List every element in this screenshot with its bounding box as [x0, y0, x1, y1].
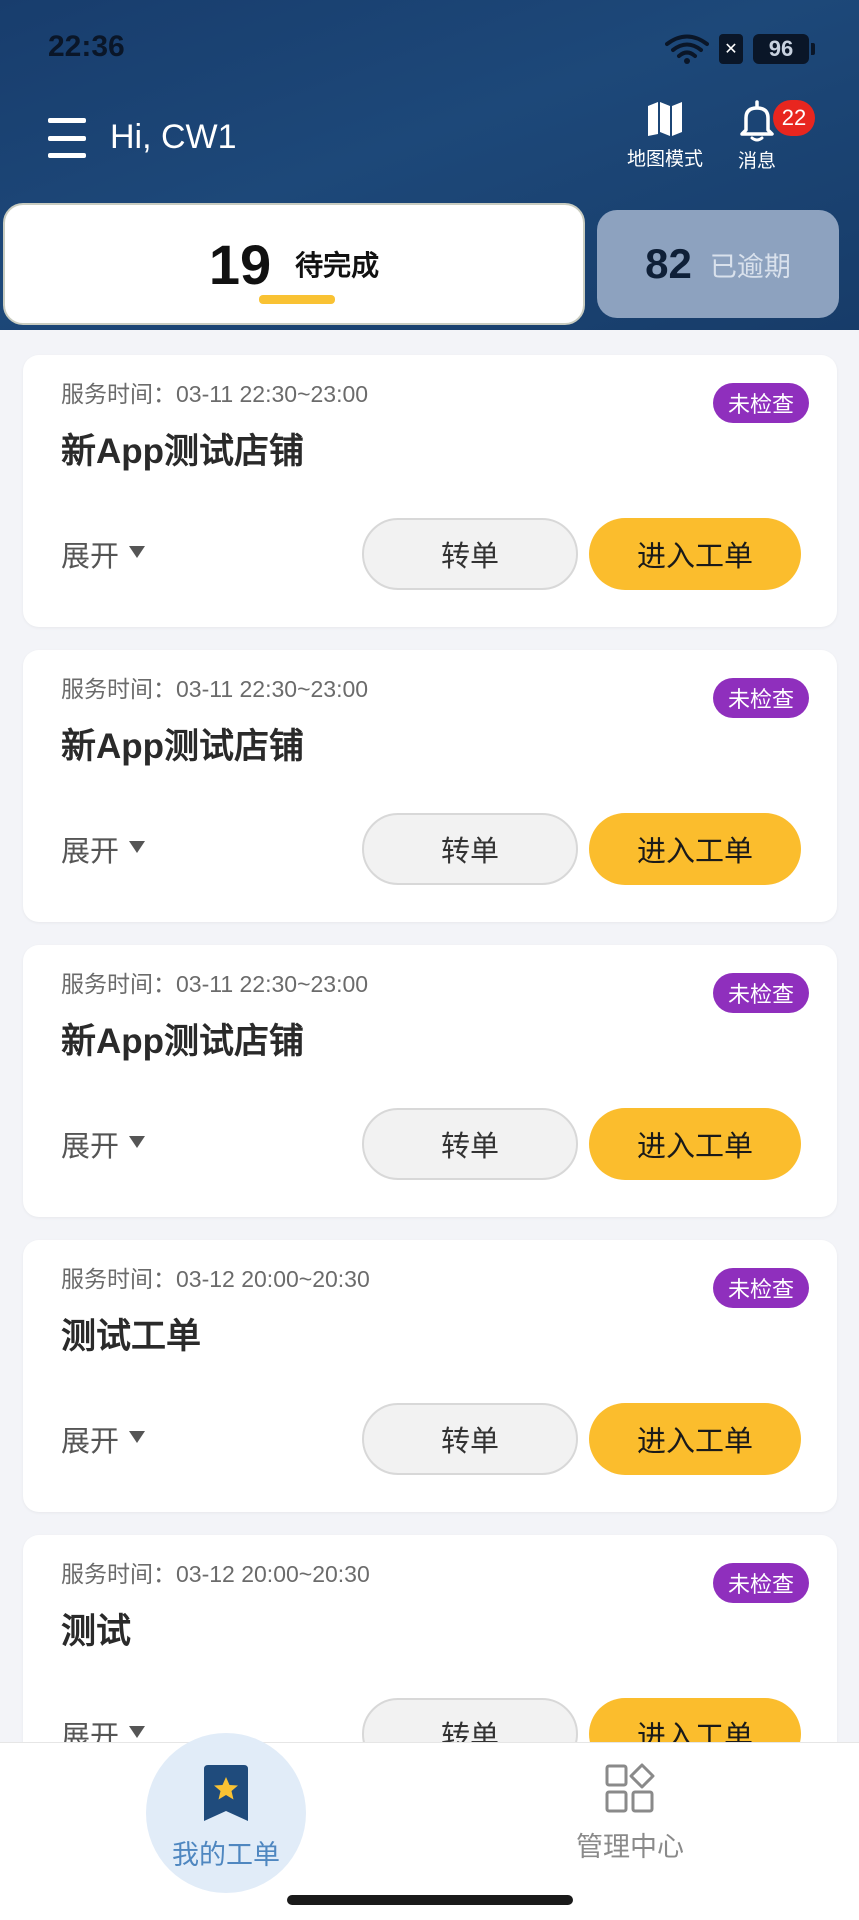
work-order-card: 服务时间：03-12 20:00~20:30 未检查 测试工单 展开 转单 进入…	[23, 1240, 837, 1512]
nav-my-orders[interactable]: 我的工单	[146, 1733, 306, 1893]
work-order-star-icon	[204, 1765, 248, 1821]
expand-toggle[interactable]: 展开	[61, 533, 146, 575]
grid-apps-icon	[605, 1763, 655, 1813]
expand-label: 展开	[61, 1721, 120, 1745]
work-order-list[interactable]: 服务时间：03-11 22:30~23:00 未检查 新App测试店铺 展开 转…	[0, 330, 859, 1745]
wifi-icon	[665, 34, 709, 64]
map-mode-label: 地图模式	[626, 149, 703, 170]
overdue-count: 82	[645, 240, 692, 287]
battery-icon: 96	[753, 34, 815, 64]
work-order-card: 服务时间：03-11 22:30~23:00 未检查 新App测试店铺 展开 转…	[23, 945, 837, 1217]
expand-label: 展开	[61, 541, 120, 573]
enter-order-button[interactable]: 进入工单	[589, 1403, 801, 1475]
enter-order-button[interactable]: 进入工单	[589, 518, 801, 590]
transfer-button[interactable]: 转单	[362, 1108, 578, 1180]
active-tab-indicator	[259, 295, 335, 304]
messages-button[interactable]: 消息 22	[725, 100, 815, 173]
caret-down-icon	[129, 1136, 146, 1148]
nav-admin-center-label: 管理中心	[576, 1832, 684, 1862]
sim-icon: ✕	[719, 34, 743, 64]
expand-toggle[interactable]: 展开	[61, 1123, 146, 1165]
bottom-nav: 我的工单 管理中心	[0, 1733, 859, 1920]
enter-order-button[interactable]: 进入工单	[589, 1108, 801, 1180]
expand-label: 展开	[61, 836, 120, 868]
work-order-card: 服务时间：03-11 22:30~23:00 未检查 新App测试店铺 展开 转…	[23, 355, 837, 627]
nav-admin-center[interactable]: 管理中心	[560, 1763, 700, 1864]
service-time: 服务时间：03-11 22:30~23:00	[61, 381, 369, 407]
map-mode-button[interactable]: 地图模式	[620, 100, 710, 171]
nav-my-orders-label: 我的工单	[172, 1840, 280, 1870]
status-bar: 22:36 ✕ 96	[0, 0, 859, 100]
bell-icon	[740, 100, 774, 142]
expand-label: 展开	[61, 1131, 120, 1163]
store-title: 测试	[61, 1612, 132, 1651]
greeting: Hi, CW1	[110, 118, 237, 156]
transfer-button[interactable]: 转单	[362, 518, 578, 590]
status-time: 22:36	[48, 30, 125, 63]
caret-down-icon	[129, 1726, 146, 1738]
menu-icon[interactable]	[48, 118, 86, 158]
status-badge: 未检查	[712, 678, 809, 718]
tab-pending[interactable]: 19 待完成	[3, 203, 585, 325]
enter-order-button[interactable]: 进入工单	[589, 1698, 801, 1745]
expand-toggle[interactable]: 展开	[61, 828, 146, 870]
service-time: 服务时间：03-11 22:30~23:00	[61, 971, 369, 997]
pending-label: 待完成	[295, 250, 380, 281]
service-time: 服务时间：03-11 22:30~23:00	[61, 676, 369, 702]
transfer-button[interactable]: 转单	[362, 813, 578, 885]
store-title: 新App测试店铺	[61, 727, 305, 766]
service-time: 服务时间：03-12 20:00~20:30	[61, 1561, 370, 1587]
tab-overdue[interactable]: 82 已逾期	[597, 210, 839, 318]
status-badge: 未检查	[712, 383, 809, 423]
expand-toggle[interactable]: 展开	[61, 1418, 146, 1460]
status-badge: 未检查	[712, 1268, 809, 1308]
caret-down-icon	[129, 1431, 146, 1443]
overdue-label: 已逾期	[709, 251, 791, 282]
map-icon	[648, 102, 682, 136]
status-badge: 未检查	[712, 973, 809, 1013]
expand-toggle[interactable]: 展开	[61, 1713, 146, 1745]
enter-order-button[interactable]: 进入工单	[589, 813, 801, 885]
transfer-button[interactable]: 转单	[362, 1698, 578, 1745]
work-order-card: 服务时间：03-11 22:30~23:00 未检查 新App测试店铺 展开 转…	[23, 650, 837, 922]
caret-down-icon	[129, 546, 146, 558]
caret-down-icon	[129, 841, 146, 853]
status-icons: ✕ 96	[665, 32, 815, 66]
work-order-card: 服务时间：03-12 20:00~20:30 未检查 测试 展开 转单 进入工单	[23, 1535, 837, 1745]
messages-label: 消息	[737, 151, 776, 172]
expand-label: 展开	[61, 1426, 120, 1458]
store-title: 新App测试店铺	[61, 1022, 305, 1061]
service-time: 服务时间：03-12 20:00~20:30	[61, 1266, 370, 1292]
pending-count: 19	[208, 232, 272, 296]
home-indicator[interactable]	[287, 1895, 573, 1905]
messages-badge: 22	[773, 100, 815, 136]
store-title: 新App测试店铺	[61, 432, 305, 471]
store-title: 测试工单	[61, 1317, 202, 1356]
status-badge: 未检查	[712, 1563, 809, 1603]
transfer-button[interactable]: 转单	[362, 1403, 578, 1475]
